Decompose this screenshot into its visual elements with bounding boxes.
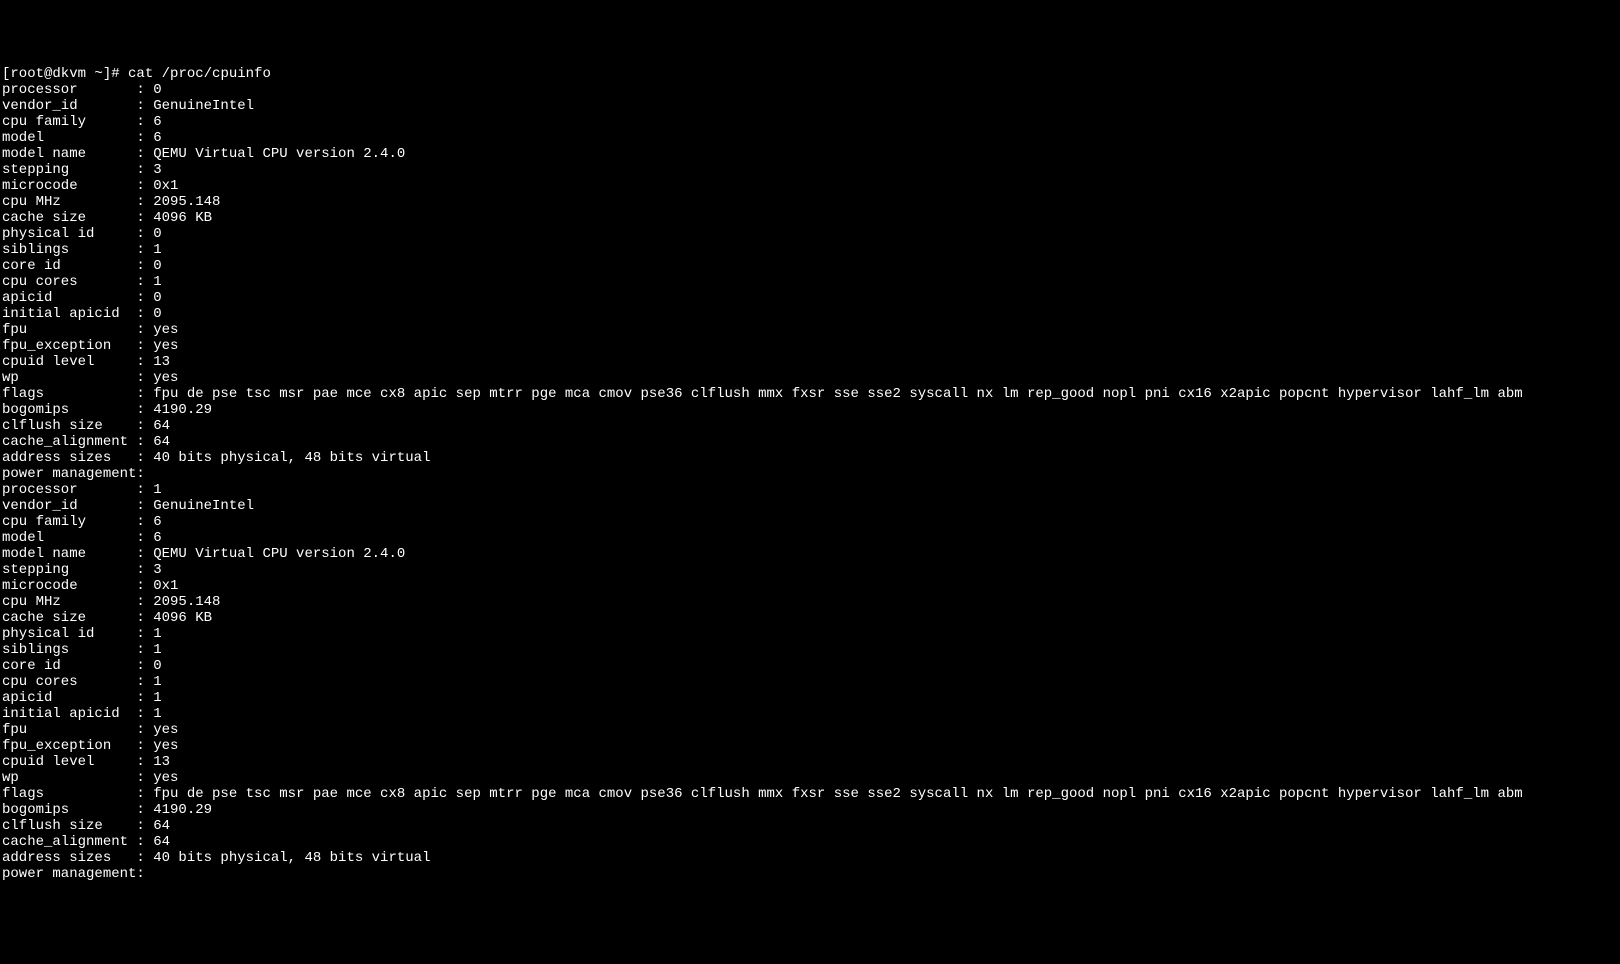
cpuinfo-field: power management: (2, 866, 1618, 882)
cpuinfo-field: model : 6 (2, 130, 1618, 146)
cpuinfo-field: flags : fpu de pse tsc msr pae mce cx8 a… (2, 786, 1618, 802)
cpuinfo-field: cache size : 4096 KB (2, 610, 1618, 626)
cpuinfo-field: cache_alignment : 64 (2, 834, 1618, 850)
cpuinfo-field: siblings : 1 (2, 642, 1618, 658)
cpuinfo-field: clflush size : 64 (2, 418, 1618, 434)
cpuinfo-field: siblings : 1 (2, 242, 1618, 258)
cpuinfo-field: fpu_exception : yes (2, 338, 1618, 354)
cpuinfo-field: physical id : 1 (2, 626, 1618, 642)
cpuinfo-field: apicid : 1 (2, 690, 1618, 706)
cpuinfo-field: model name : QEMU Virtual CPU version 2.… (2, 146, 1618, 162)
cpuinfo-field: core id : 0 (2, 658, 1618, 674)
cpuinfo-field: bogomips : 4190.29 (2, 802, 1618, 818)
cpuinfo-field: microcode : 0x1 (2, 178, 1618, 194)
cpuinfo-field: cpu MHz : 2095.148 (2, 594, 1618, 610)
cpuinfo-field: cpu family : 6 (2, 114, 1618, 130)
command-text: cat /proc/cpuinfo (128, 66, 271, 82)
cpuinfo-field: fpu : yes (2, 322, 1618, 338)
cpuinfo-field: address sizes : 40 bits physical, 48 bit… (2, 850, 1618, 866)
shell-prompt: [root@dkvm ~]# (2, 66, 128, 82)
cpuinfo-field: microcode : 0x1 (2, 578, 1618, 594)
cpuinfo-field: fpu : yes (2, 722, 1618, 738)
cpuinfo-field: processor : 1 (2, 482, 1618, 498)
cpuinfo-field: cpuid level : 13 (2, 754, 1618, 770)
cpuinfo-field: power management: (2, 466, 1618, 482)
cpuinfo-field: vendor_id : GenuineIntel (2, 98, 1618, 114)
cpuinfo-field: cache size : 4096 KB (2, 210, 1618, 226)
cpuinfo-field: flags : fpu de pse tsc msr pae mce cx8 a… (2, 386, 1618, 402)
cpuinfo-field: cpu cores : 1 (2, 274, 1618, 290)
cpuinfo-field: cpu cores : 1 (2, 674, 1618, 690)
cpuinfo-field: cpuid level : 13 (2, 354, 1618, 370)
cpuinfo-field: apicid : 0 (2, 290, 1618, 306)
cpuinfo-field: physical id : 0 (2, 226, 1618, 242)
cpuinfo-field: model : 6 (2, 530, 1618, 546)
cpuinfo-field: wp : yes (2, 770, 1618, 786)
cpuinfo-field: bogomips : 4190.29 (2, 402, 1618, 418)
cpuinfo-field: address sizes : 40 bits physical, 48 bit… (2, 450, 1618, 466)
terminal-output[interactable]: [root@dkvm ~]# cat /proc/cpuinfoprocesso… (0, 64, 1620, 884)
cpuinfo-field: model name : QEMU Virtual CPU version 2.… (2, 546, 1618, 562)
cpuinfo-field: stepping : 3 (2, 162, 1618, 178)
cpuinfo-field: cpu family : 6 (2, 514, 1618, 530)
cpuinfo-field: initial apicid : 1 (2, 706, 1618, 722)
cpuinfo-field: core id : 0 (2, 258, 1618, 274)
command-line[interactable]: [root@dkvm ~]# cat /proc/cpuinfo (2, 66, 1618, 82)
cpuinfo-field: fpu_exception : yes (2, 738, 1618, 754)
cpuinfo-field: cpu MHz : 2095.148 (2, 194, 1618, 210)
cpuinfo-field: clflush size : 64 (2, 818, 1618, 834)
cpuinfo-field: vendor_id : GenuineIntel (2, 498, 1618, 514)
cpuinfo-field: initial apicid : 0 (2, 306, 1618, 322)
cpuinfo-field: cache_alignment : 64 (2, 434, 1618, 450)
cpuinfo-field: processor : 0 (2, 82, 1618, 98)
cpuinfo-field: wp : yes (2, 370, 1618, 386)
cpuinfo-field: stepping : 3 (2, 562, 1618, 578)
